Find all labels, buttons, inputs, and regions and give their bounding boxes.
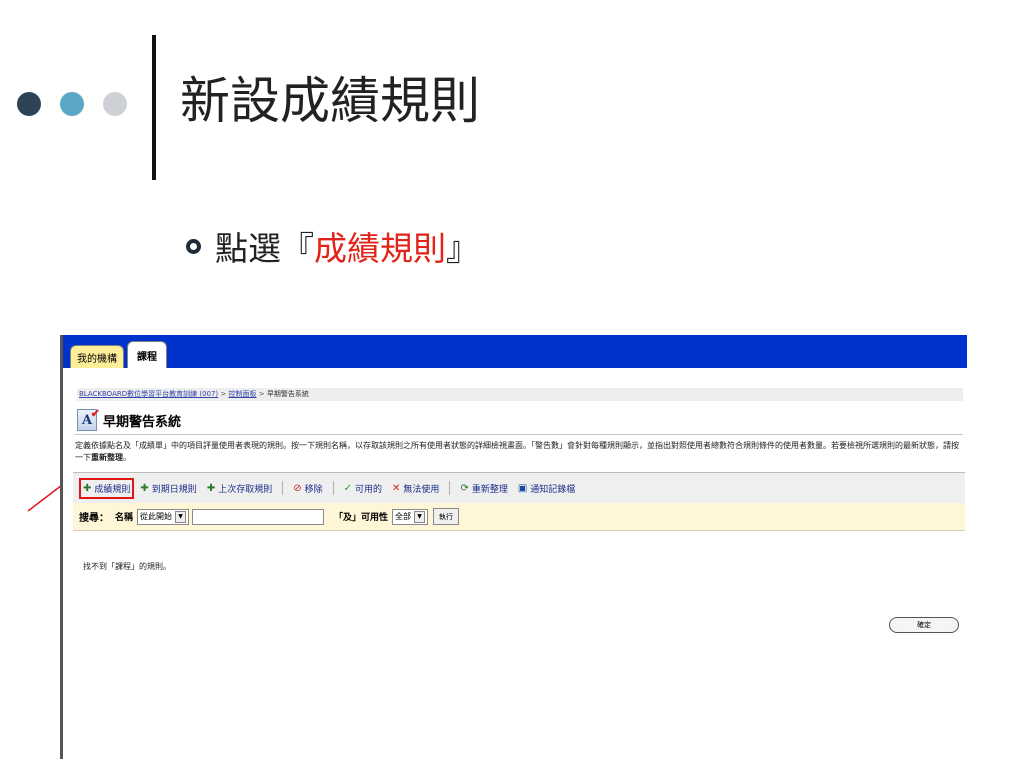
availability-label: 「及」可用性 xyxy=(334,513,389,523)
description-text: 定義依據點名及「成績單」中的項目評量使用者表現的規則。按一下規則名稱，以存取該規… xyxy=(75,441,959,462)
refresh-label: 重新整理 xyxy=(471,484,508,495)
bullet-highlight: 成績規則 xyxy=(314,229,446,268)
name-mode-select[interactable]: 從此開始 ▼ xyxy=(137,508,190,525)
go-button[interactable]: 執行 xyxy=(433,508,460,525)
bullet-item: 點選『成績規則』 xyxy=(186,226,479,268)
remove-button[interactable]: ⊘ 移除 xyxy=(293,482,322,495)
due-date-rule-label: 到期日規則 xyxy=(151,484,197,495)
tab-courses[interactable]: 課程 xyxy=(127,341,167,368)
available-button[interactable]: ✓ 可用的 xyxy=(344,482,382,495)
toolbar-separator xyxy=(449,481,451,495)
last-access-rule-label: 上次存取規則 xyxy=(218,484,273,495)
slide-title: 新設成績規則 xyxy=(180,72,480,130)
chevron-down-icon: ▼ xyxy=(175,510,187,523)
refresh-icon: ⟳ xyxy=(460,482,469,494)
description-end: 。 xyxy=(123,453,131,462)
bullet-text: 點選『成績規則』 xyxy=(215,222,479,270)
notify-log-button[interactable]: ▣ 通知記錄檔 xyxy=(518,482,575,495)
grade-rule-label: 成績規則 xyxy=(94,484,131,495)
add-rule-icon: ✚ xyxy=(140,482,149,494)
unavailable-button[interactable]: ✕ 無法使用 xyxy=(392,482,439,495)
page-header: A ✔ 早期警告系統 xyxy=(77,407,182,432)
cross-icon: ✕ xyxy=(392,482,401,494)
availability-select[interactable]: 全部 ▼ xyxy=(392,508,429,525)
remove-icon: ⊘ xyxy=(293,482,302,494)
search-input[interactable] xyxy=(192,508,325,525)
toolbar-separator xyxy=(282,481,284,495)
breadcrumb-separator: > xyxy=(218,390,229,398)
header-divider xyxy=(75,434,963,435)
available-label: 可用的 xyxy=(355,484,383,495)
bullet-ring-icon xyxy=(186,238,201,254)
bullet-suffix: 』 xyxy=(446,229,479,268)
breadcrumb-separator: > xyxy=(256,390,267,398)
description-refresh-bold: 重新整理 xyxy=(91,453,123,462)
page-description: 定義依據點名及「成績單」中的項目評量使用者表現的規則。按一下規則名稱，以存取該規… xyxy=(75,440,965,464)
empty-message: 找不到「課程」的規則。 xyxy=(83,562,171,571)
bullet-prefix: 點選『 xyxy=(215,229,314,268)
gray-dot-decoration xyxy=(103,92,127,116)
tab-my-institution[interactable]: 我的機構 xyxy=(70,345,124,368)
top-nav-bar: 我的機構 課程 xyxy=(63,335,967,368)
search-bar: 搜尋： 名稱 從此開始 ▼ 「及」可用性 全部 ▼ 執行 xyxy=(73,503,965,531)
unavailable-label: 無法使用 xyxy=(403,484,440,495)
refresh-button[interactable]: ⟳ 重新整理 xyxy=(460,482,507,495)
breadcrumb: BLACKBOARD數位學習平台教育訓練 (007) > 控制面板 > 早期警告… xyxy=(77,388,963,401)
ok-button[interactable]: 確定 xyxy=(889,617,959,633)
grade-rule-button[interactable]: ✚ 成績規則 xyxy=(78,477,135,499)
toolbar-separator xyxy=(332,481,334,495)
notify-log-label: 通知記錄檔 xyxy=(530,484,576,495)
page-title: 早期警告系統 xyxy=(103,414,182,430)
action-toolbar: ✚ 成績規則 ✚ 到期日規則 ✚ 上次存取規則 ⊘ 移除 ✓ 可用的 ✕ 無法使用 ⟳ 重新整… xyxy=(73,472,965,504)
checkmark-icon: ✓ xyxy=(343,482,353,494)
search-label: 搜尋： xyxy=(79,513,109,524)
log-chart-icon: ▣ xyxy=(517,482,528,494)
remove-label: 移除 xyxy=(304,484,323,495)
early-warning-icon: A ✔ xyxy=(77,407,100,431)
breadcrumb-control-panel-link[interactable]: 控制面板 xyxy=(229,390,257,398)
title-divider xyxy=(152,35,156,180)
chevron-down-icon: ▼ xyxy=(414,510,426,523)
availability-value: 全部 xyxy=(395,512,412,521)
name-label: 名稱 xyxy=(115,513,134,523)
add-rule-icon: ✚ xyxy=(83,482,92,494)
blackboard-screenshot: 我的機構 課程 BLACKBOARD數位學習平台教育訓練 (007) > 控制面… xyxy=(60,335,967,759)
last-access-rule-button[interactable]: ✚ 上次存取規則 xyxy=(207,482,272,495)
breadcrumb-course-link[interactable]: BLACKBOARD數位學習平台教育訓練 (007) xyxy=(79,390,218,398)
breadcrumb-current: 早期警告系統 xyxy=(266,390,309,398)
due-date-rule-button[interactable]: ✚ 到期日規則 xyxy=(140,482,196,495)
name-mode-value: 從此開始 xyxy=(140,512,173,521)
add-rule-icon: ✚ xyxy=(206,482,216,494)
